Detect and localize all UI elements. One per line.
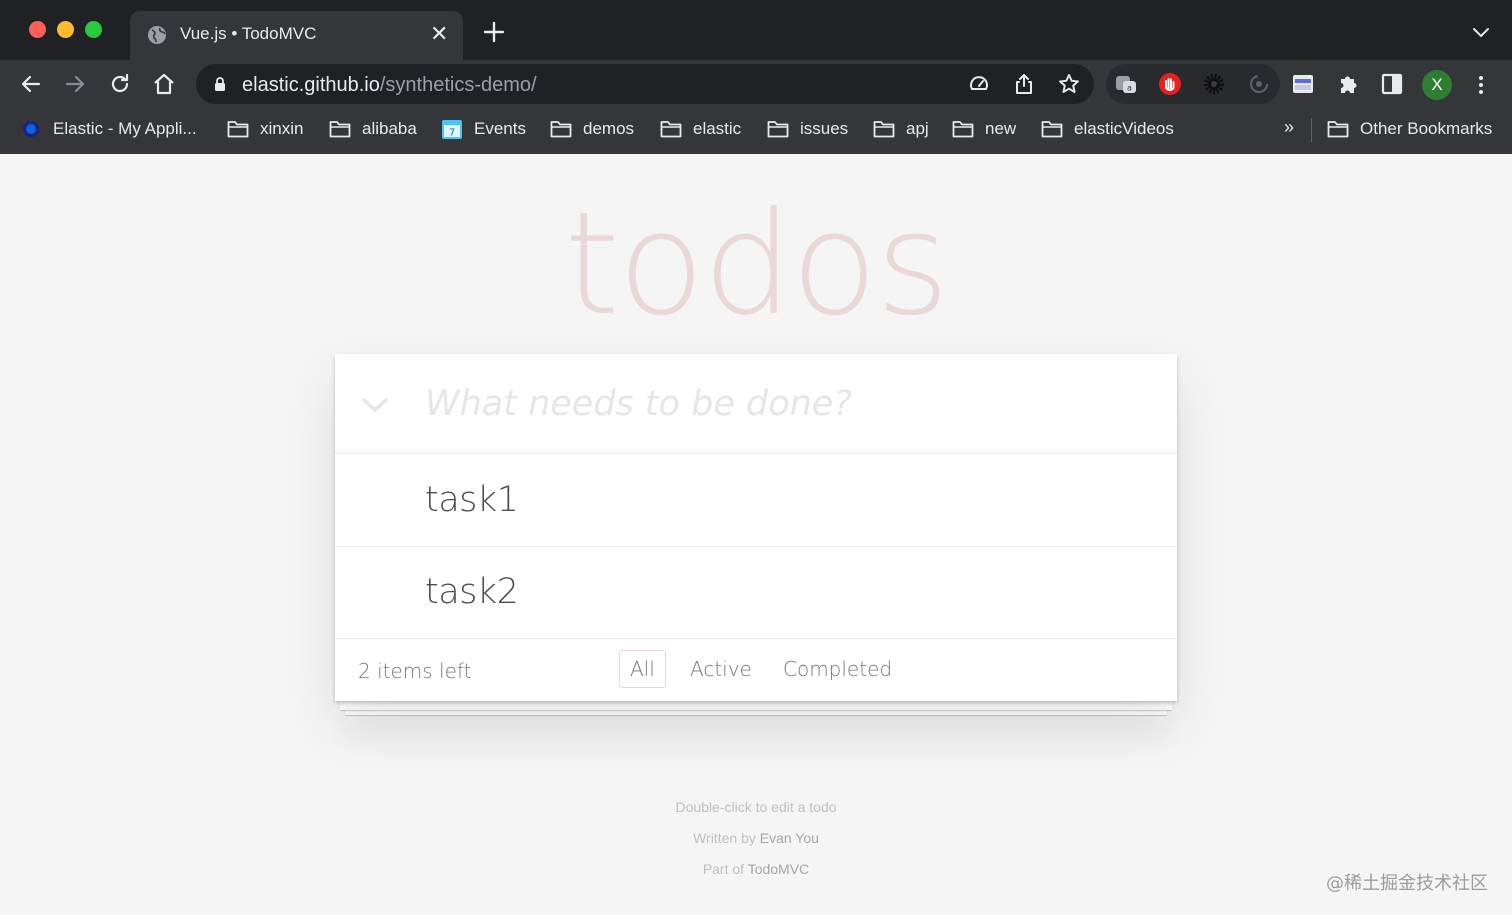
bookmark-label: issues — [800, 119, 849, 138]
info-project-prefix: Part of — [702, 861, 748, 877]
profile-avatar[interactable]: X — [1422, 70, 1452, 100]
tab-search-chevron-icon[interactable] — [1472, 26, 1490, 38]
app-title: todos — [564, 182, 950, 347]
extension-window-icon[interactable] — [1291, 72, 1315, 96]
folder-icon — [329, 121, 351, 138]
window-minimize-button[interactable] — [57, 21, 74, 38]
lock-icon[interactable] — [214, 76, 226, 92]
bookmark-item[interactable]: elasticVideos — [1041, 117, 1174, 141]
bookmarks-bar: Elastic - My Appli... xinxin alibaba 7 E… — [0, 108, 1512, 154]
extension-translate-icon[interactable]: a — [1114, 72, 1138, 96]
extension-gear-icon[interactable] — [1202, 72, 1226, 96]
bookmark-item[interactable]: elastic — [660, 117, 741, 141]
svg-text:7: 7 — [449, 128, 455, 139]
other-bookmarks-label: Other Bookmarks — [1360, 119, 1493, 138]
tab-active[interactable]: Vue.js • TodoMVC ✕ — [130, 11, 463, 60]
bookmark-item[interactable]: Elastic - My Appli... — [20, 117, 197, 141]
side-panel-icon[interactable] — [1380, 72, 1404, 96]
info-project: Part of TodoMVC — [0, 861, 1512, 877]
url-host: elastic.github.io — [242, 74, 380, 96]
new-tab-icon[interactable] — [482, 20, 506, 44]
bookmark-item[interactable]: issues — [767, 117, 848, 141]
browser-chrome: Vue.js • TodoMVC ✕ elastic.github.io/syn… — [0, 0, 1512, 154]
bookmark-label: apj — [906, 119, 929, 138]
folder-icon — [660, 121, 682, 138]
bookmark-item[interactable]: new — [952, 117, 1016, 141]
todo-card: task1 task2 2 items left All Active Comp… — [335, 354, 1177, 701]
more-bookmarks-chevron-icon[interactable]: » — [1284, 117, 1294, 138]
info-author-prefix: Written by — [693, 830, 760, 846]
bookmark-item[interactable]: demos — [550, 117, 634, 141]
folder-icon — [550, 121, 572, 138]
more-menu-icon[interactable] — [1476, 74, 1486, 96]
info-author: Written by Evan You — [0, 830, 1512, 846]
folder-icon — [227, 121, 249, 138]
address-bar[interactable]: elastic.github.io/synthetics-demo/ — [196, 64, 1094, 104]
bookmark-label: new — [985, 119, 1017, 138]
folder-icon — [1327, 121, 1349, 138]
home-icon[interactable] — [152, 72, 176, 96]
other-bookmarks[interactable]: Other Bookmarks — [1327, 117, 1492, 141]
bookmark-label: Events — [474, 119, 526, 138]
window-zoom-button[interactable] — [85, 21, 102, 38]
todomvc-link[interactable]: TodoMVC — [748, 861, 809, 877]
url-path: /synthetics-demo/ — [379, 74, 537, 96]
reload-icon[interactable] — [108, 72, 132, 96]
bookmark-star-icon[interactable] — [1058, 73, 1080, 95]
filter-completed[interactable]: Completed — [772, 650, 903, 688]
extensions-puzzle-icon[interactable] — [1336, 72, 1360, 96]
bookmark-label: elastic — [693, 119, 742, 138]
folder-icon — [873, 121, 895, 138]
bookmark-item[interactable]: 7 Events — [441, 117, 526, 141]
bookmarks-divider — [1311, 118, 1312, 142]
folder-icon — [767, 121, 789, 138]
filter-all[interactable]: All — [619, 650, 666, 688]
back-arrow-icon[interactable] — [19, 72, 43, 96]
folder-icon — [952, 121, 974, 138]
toggle-all-chevron-icon[interactable] — [361, 396, 389, 414]
forward-arrow-icon[interactable] — [63, 72, 87, 96]
bookmark-item[interactable]: apj — [873, 117, 929, 141]
todo-label[interactable]: task1 — [425, 480, 519, 520]
bookmark-item[interactable]: xinxin — [227, 117, 303, 141]
tab-strip: Vue.js • TodoMVC ✕ — [0, 0, 1512, 60]
elastic-logo-icon — [22, 120, 40, 138]
todo-item[interactable]: task1 — [335, 455, 1177, 547]
url-text[interactable]: elastic.github.io/synthetics-demo/ — [242, 74, 537, 97]
todo-label[interactable]: task2 — [425, 572, 519, 612]
extension-refresh-icon[interactable] — [1247, 72, 1271, 96]
browser-toolbar: elastic.github.io/synthetics-demo/ a X — [0, 60, 1512, 108]
filter-active[interactable]: Active — [679, 650, 763, 688]
globe-icon — [148, 26, 166, 44]
extension-stop-hand-icon[interactable] — [1158, 72, 1182, 96]
bookmark-item[interactable]: alibaba — [329, 117, 417, 141]
bookmark-label: Elastic - My Appli... — [53, 119, 197, 138]
tab-title: Vue.js • TodoMVC — [180, 24, 317, 43]
tab-close-icon[interactable]: ✕ — [430, 23, 448, 45]
bookmark-label: demos — [583, 119, 635, 138]
bookmark-label: elasticVideos — [1074, 119, 1174, 138]
stack-shadow-1 — [340, 702, 1172, 710]
items-left-count: 2 items left — [358, 659, 472, 683]
performance-gauge-icon[interactable] — [968, 73, 990, 95]
bookmark-label: alibaba — [362, 119, 417, 138]
info-edit-hint: Double-click to edit a todo — [675, 799, 837, 815]
share-icon[interactable] — [1013, 73, 1035, 95]
todo-header — [335, 354, 1177, 454]
calendar-icon: 7 — [442, 120, 462, 139]
svg-text:a: a — [1127, 84, 1132, 93]
todo-footer: 2 items left All Active Completed — [335, 639, 1177, 701]
folder-icon — [1041, 121, 1063, 138]
bookmark-label: xinxin — [260, 119, 304, 138]
new-todo-input[interactable] — [425, 380, 1145, 428]
todo-item[interactable]: task2 — [335, 547, 1177, 639]
author-link[interactable]: Evan You — [760, 830, 819, 846]
watermark: @稀土掘金技术社区 — [1326, 873, 1488, 894]
window-close-button[interactable] — [29, 21, 46, 38]
